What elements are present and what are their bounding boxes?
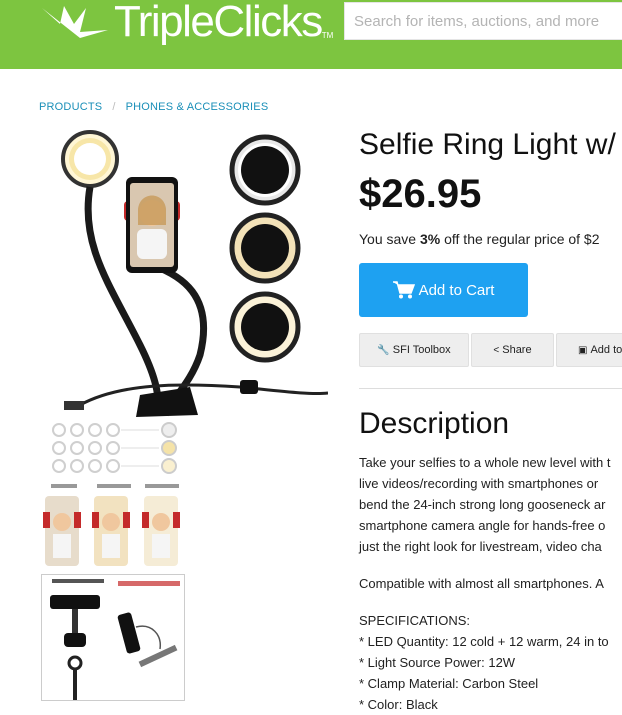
description-body: Take your selfies to a whole new level w…	[359, 452, 622, 715]
spec-line: * Light Source Power: 12W	[359, 655, 516, 670]
logo-trademark: TM	[321, 30, 334, 40]
breadcrumb-phones-accessories[interactable]: PHONES & ACCESSORIES	[126, 101, 269, 113]
savings-prefix: You save	[359, 231, 420, 247]
product-price: $26.95	[359, 172, 482, 216]
savings-text: You save 3% off the regular price of $2	[359, 231, 600, 247]
wrench-icon: 🔧	[377, 344, 390, 356]
description-line: just the right look for livestream, vide…	[359, 539, 602, 554]
description-heading: Description	[359, 407, 510, 440]
description-line: bend the 24-inch strong long gooseneck a…	[359, 497, 606, 512]
breadcrumb-separator: /	[112, 101, 116, 113]
breadcrumb: PRODUCTS / PHONES & ACCESSORIES	[39, 101, 268, 113]
site-header: TripleClicks TM	[0, 0, 622, 69]
add-to-cart-label: Add to Cart	[418, 281, 495, 299]
search-input[interactable]	[345, 3, 622, 39]
add-to-cart-button[interactable]: Add to Cart	[359, 263, 528, 317]
add-to-button[interactable]: ▣ Add to	[556, 333, 622, 367]
spec-line: * LED Quantity: 12 cold + 12 warm, 24 in…	[359, 634, 609, 649]
share-icon: <	[493, 344, 500, 356]
shopping-cart-icon	[392, 281, 415, 299]
specifications-title: SPECIFICATIONS:	[359, 613, 470, 628]
description-line: Take your selfies to a whole new level w…	[359, 455, 611, 470]
spec-line: * Color: Black	[359, 697, 438, 712]
sfi-toolbox-button[interactable]: 🔧 SFI Toolbox	[359, 333, 469, 367]
share-label: Share	[502, 344, 532, 356]
add-to-label: Add to	[590, 344, 622, 356]
compatibility-text: Compatible with almost all smartphones. …	[359, 576, 604, 591]
tripleclicks-logo[interactable]: TripleClicks TM	[40, 0, 333, 50]
product-thumbnail-1[interactable]	[41, 420, 185, 570]
logo-text: TripleClicks	[114, 0, 323, 46]
gift-icon: ▣	[578, 344, 588, 356]
search-box[interactable]	[344, 2, 622, 40]
spec-line: * Clamp Material: Carbon Steel	[359, 676, 539, 691]
product-thumbnail-2[interactable]	[41, 574, 185, 701]
savings-percent: 3%	[419, 231, 441, 247]
description-line: smartphone camera angle for hands-free o	[359, 518, 606, 533]
sfi-toolbox-label: SFI Toolbox	[392, 344, 451, 356]
product-title: Selfie Ring Light w/	[359, 128, 616, 161]
description-line: live videos/recording with smartphones o…	[359, 476, 599, 491]
share-button[interactable]: < Share	[471, 333, 554, 367]
breadcrumb-products[interactable]: PRODUCTS	[39, 101, 102, 113]
savings-suffix: off the regular price of $2	[440, 231, 600, 247]
logo-star-icon	[42, 6, 108, 38]
section-divider	[359, 388, 622, 389]
product-main-image[interactable]	[40, 125, 329, 420]
